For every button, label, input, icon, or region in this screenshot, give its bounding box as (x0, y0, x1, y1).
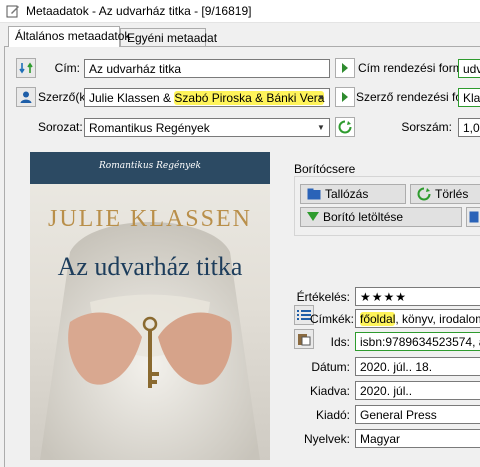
rating-input[interactable]: ★★★★ (355, 287, 480, 306)
title-input[interactable]: Az udvarház titka (84, 59, 330, 78)
tags-input[interactable]: főoldal, könyv, irodalom, szép (355, 309, 480, 328)
language-label: Nyelvek: (303, 432, 350, 446)
delete-cover-label: Törlés (435, 187, 469, 201)
rating-label: Értékelés: (296, 290, 350, 304)
copy-author-to-sort-button[interactable] (335, 87, 355, 107)
tab-general-metadata-label: Általános metaadatok (15, 29, 131, 43)
download-arrow-icon (307, 212, 319, 221)
chevron-down-icon[interactable]: ▼ (313, 89, 329, 106)
book-cover-image (30, 152, 270, 460)
clipboard-icon (298, 334, 311, 346)
copy-title-to-sort-button[interactable] (335, 58, 355, 78)
cover-series-banner: Romantikus Regények (99, 161, 201, 171)
title-sort-label: Cím rendezési forma: (358, 61, 473, 75)
author-sort-label: Szerző rendezési forma: (356, 90, 480, 104)
series-value: Romantikus Regények (89, 121, 210, 135)
tags-label: Címkék: (310, 312, 355, 326)
authors-value-highlight: Szabó Piroska & Bánki Vera (174, 91, 325, 105)
cover-change-group-label: Borítócsere (294, 162, 356, 176)
browse-cover-label: Tallózás (325, 187, 369, 201)
tab-general-metadata[interactable]: Általános metaadatok (8, 26, 130, 47)
title-label: Cím: (54, 61, 80, 75)
recycle-icon (338, 120, 352, 134)
published-input[interactable]: 2020. júl.. (355, 381, 480, 400)
publisher-label: Kiadó: (315, 408, 350, 422)
folder-icon (307, 188, 321, 200)
tab-custom-metadata-label: Egyéni metaadat (127, 31, 218, 45)
title-bar: Metaadatok - Az udvarház titka - [9/1681… (0, 0, 480, 23)
cover-author: Julie Klassen (48, 206, 252, 232)
publisher-input[interactable]: General Press (355, 405, 480, 424)
generate-cover-button[interactable] (466, 207, 480, 227)
arrow-right-icon (342, 92, 348, 102)
series-index-input[interactable]: 1,00 (458, 118, 480, 137)
edit-icon (6, 5, 19, 18)
author-sort-input[interactable]: Klass (458, 88, 480, 107)
authors-value: Julie Klassen & (89, 91, 175, 105)
series-combobox[interactable]: Romantikus Regények ▼ (84, 118, 330, 137)
tab-custom-metadata[interactable]: Egyéni metaadat (120, 28, 217, 46)
cover-title: Az udvarház titka (57, 252, 243, 281)
manage-authors-button[interactable] (16, 87, 36, 107)
ids-input[interactable]: isbn:9789634523574, antik_hu: (355, 332, 480, 351)
date-input[interactable]: 2020. júl.. 18. (355, 357, 480, 376)
arrow-right-icon (342, 63, 348, 73)
tags-rest: , könyv, irodalom, szép (395, 312, 480, 326)
tags-highlight: főoldal (360, 312, 396, 326)
recycle-icon (417, 187, 431, 201)
book-icon (469, 211, 479, 223)
swap-title-author-button[interactable] (16, 58, 36, 78)
browse-cover-button[interactable]: Tallózás (300, 184, 406, 204)
series-index-label: Sorszám: (401, 120, 452, 134)
series-label: Sorozat: (38, 120, 83, 134)
authors-label: Szerző(k): (38, 90, 93, 104)
delete-cover-button[interactable]: Törlés (410, 184, 480, 204)
published-label: Kiadva: (309, 384, 350, 398)
download-cover-button[interactable]: Borító letöltése (300, 207, 462, 227)
user-icon (20, 91, 32, 103)
swap-icon (19, 62, 33, 74)
chevron-down-icon[interactable]: ▼ (313, 119, 329, 136)
authors-combobox[interactable]: Julie Klassen & Szabó Piroska & Bánki Ve… (84, 88, 330, 107)
download-cover-label: Borító letöltése (323, 210, 404, 224)
clear-series-button[interactable] (335, 117, 355, 137)
date-label: Dátum: (311, 360, 350, 374)
list-icon (297, 310, 311, 320)
language-input[interactable]: Magyar (355, 429, 480, 448)
ids-label: Ids: (330, 335, 350, 349)
window-title: Metaadatok - Az udvarház titka - [9/1681… (26, 4, 252, 18)
title-sort-input[interactable]: udva (458, 59, 480, 78)
